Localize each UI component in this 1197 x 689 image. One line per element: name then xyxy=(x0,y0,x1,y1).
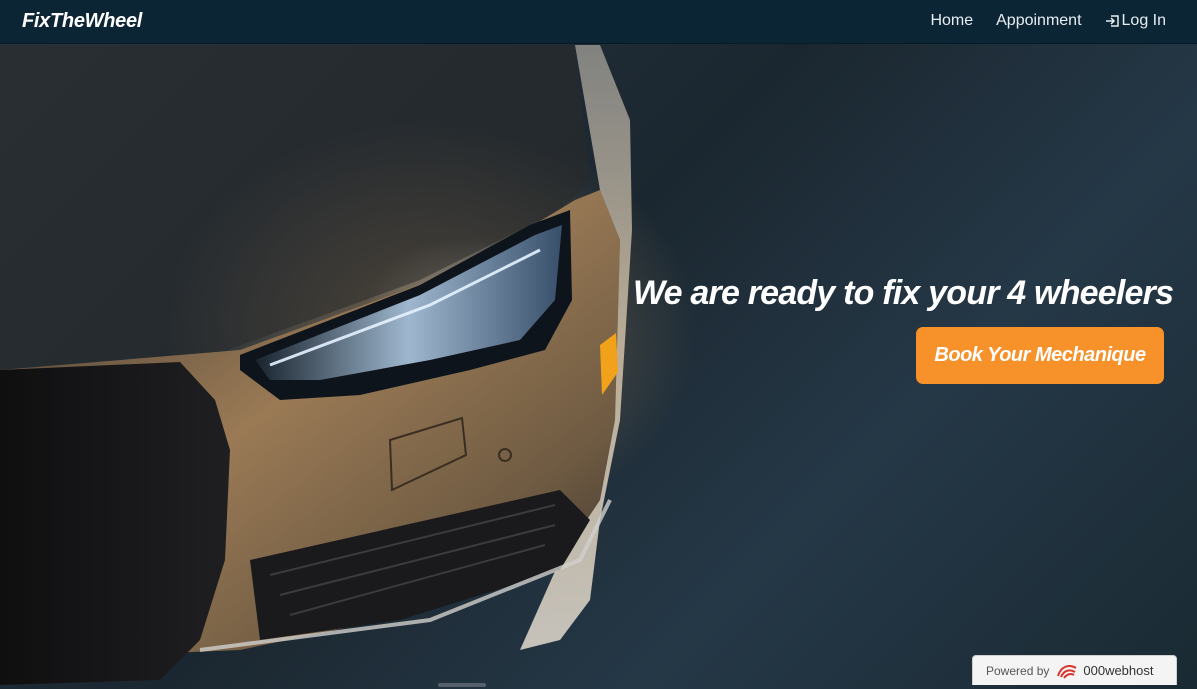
nav-links: Home Appoinment Log In xyxy=(907,12,1166,30)
scroll-indicator xyxy=(438,683,486,687)
host-name: 000webhost xyxy=(1083,663,1154,678)
powered-by-label: Powered by xyxy=(986,663,1050,678)
book-mechanic-button[interactable]: Book Your Mechanique xyxy=(916,327,1164,384)
nav-link-appointment[interactable]: Appoinment xyxy=(996,12,1081,30)
hero-headline: We are ready to fix your 4 wheelers xyxy=(633,274,1174,312)
navbar: FixTheWheel Home Appoinment Log In xyxy=(0,0,1197,44)
login-icon xyxy=(1105,15,1119,27)
login-label: Log In xyxy=(1121,12,1166,29)
nav-link-home[interactable]: Home xyxy=(930,12,973,30)
nav-link-login[interactable]: Log In xyxy=(1105,12,1166,30)
brand-logo[interactable]: FixTheWheel xyxy=(22,10,142,33)
000webhost-logo-icon xyxy=(1057,664,1077,679)
powered-by-badge[interactable]: Powered by 000webhost xyxy=(972,655,1177,685)
